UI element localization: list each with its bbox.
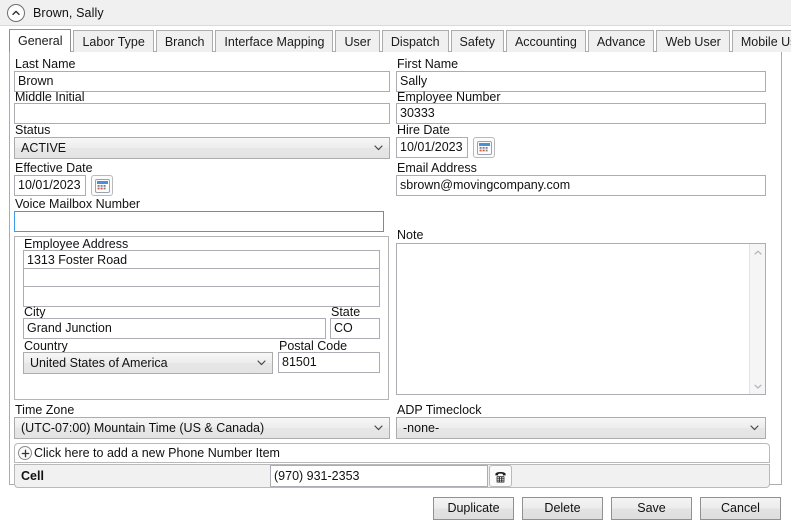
first-name-label: First Name bbox=[397, 57, 459, 71]
add-phone-number-row[interactable]: Click here to add a new Phone Number Ite… bbox=[14, 443, 770, 463]
hire-date-label: Hire Date bbox=[397, 123, 450, 137]
tab-accounting[interactable]: Accounting bbox=[505, 30, 586, 52]
tab-label: User bbox=[344, 34, 371, 49]
first-name-input[interactable]: Sally bbox=[396, 71, 766, 92]
adp-timeclock-dropdown[interactable]: -none- bbox=[396, 417, 766, 439]
adp-timeclock-label: ADP Timeclock bbox=[397, 403, 482, 417]
plus-circle-icon bbox=[18, 446, 32, 460]
tab-label: Dispatch bbox=[390, 34, 440, 49]
phone-number-grid: Click here to add a new Phone Number Ite… bbox=[14, 443, 770, 488]
add-phone-number-label: Click here to add a new Phone Number Ite… bbox=[34, 446, 280, 460]
tab-label: Branch bbox=[164, 34, 205, 49]
tab-user[interactable]: User bbox=[335, 30, 380, 52]
effective-date-label: Effective Date bbox=[15, 161, 93, 175]
time-zone-label: Time Zone bbox=[15, 403, 75, 417]
chevron-down-icon bbox=[374, 138, 383, 158]
cancel-button[interactable]: Cancel bbox=[700, 496, 781, 520]
employee-number-input[interactable]: 30333 bbox=[396, 103, 766, 124]
note-label: Note bbox=[397, 228, 424, 242]
note-scrollbar[interactable] bbox=[749, 244, 765, 394]
dialog-button-bar: Duplicate Delete Save Cancel bbox=[0, 492, 791, 524]
scroll-down-icon[interactable] bbox=[753, 378, 762, 394]
tab-safety[interactable]: Safety bbox=[450, 30, 504, 52]
time-zone-dropdown[interactable]: (UTC-07:00) Mountain Time (US & Canada) bbox=[14, 417, 390, 439]
table-row[interactable]: Cell (970) 931-2353 bbox=[14, 464, 770, 488]
tab-label: General bbox=[18, 34, 63, 48]
tab-branch[interactable]: Branch bbox=[155, 30, 214, 52]
tab-web-user[interactable]: Web User bbox=[656, 30, 730, 52]
address-line3-input[interactable] bbox=[23, 286, 380, 307]
state-input[interactable]: CO bbox=[330, 318, 380, 339]
voice-mailbox-number-input[interactable] bbox=[14, 211, 384, 232]
tab-labor-type[interactable]: Labor Type bbox=[73, 30, 154, 52]
country-dropdown[interactable]: United States of America bbox=[23, 352, 273, 374]
status-label: Status bbox=[15, 123, 51, 137]
tab-dispatch[interactable]: Dispatch bbox=[381, 30, 449, 52]
tab-label: Interface Mapping bbox=[224, 34, 325, 49]
chevron-down-icon bbox=[374, 418, 383, 438]
phone-type-cell: Cell bbox=[21, 469, 44, 483]
time-zone-value: (UTC-07:00) Mountain Time (US & Canada) bbox=[21, 421, 265, 435]
tab-strip: General Labor Type Branch Interface Mapp… bbox=[9, 29, 791, 52]
city-input[interactable]: Grand Junction bbox=[23, 318, 326, 339]
middle-initial-input[interactable] bbox=[14, 103, 390, 124]
save-button[interactable]: Save bbox=[611, 496, 692, 520]
tab-label: Accounting bbox=[514, 34, 577, 49]
tab-label: Advance bbox=[596, 34, 646, 49]
tab-advance[interactable]: Advance bbox=[587, 30, 655, 52]
chevron-down-icon bbox=[257, 353, 266, 373]
voice-mailbox-number-label: Voice Mailbox Number bbox=[15, 197, 141, 211]
calendar-icon[interactable] bbox=[473, 137, 495, 158]
tab-general[interactable]: General bbox=[9, 29, 72, 52]
email-address-input[interactable]: sbrown@movingcompany.com bbox=[396, 175, 766, 196]
tab-label: Labor Type bbox=[82, 34, 145, 49]
last-name-label: Last Name bbox=[15, 57, 76, 71]
scroll-up-icon[interactable] bbox=[753, 244, 762, 260]
hire-date-input[interactable]: 10/01/2023 bbox=[396, 137, 468, 158]
email-address-label: Email Address bbox=[397, 161, 477, 175]
chevron-down-icon bbox=[750, 418, 759, 438]
status-dropdown[interactable]: ACTIVE bbox=[14, 137, 390, 159]
tab-label: Mobile User bbox=[740, 34, 791, 49]
adp-timeclock-value: -none- bbox=[403, 421, 440, 435]
employee-record-window: Brown, Sally General Labor Type Branch I… bbox=[0, 0, 791, 524]
tab-label: Safety bbox=[459, 34, 495, 49]
phone-number-input[interactable]: (970) 931-2353 bbox=[270, 465, 488, 487]
tab-mobile-user[interactable]: Mobile User bbox=[731, 30, 791, 52]
country-value: United States of America bbox=[30, 356, 168, 370]
telephone-keypad-icon[interactable] bbox=[489, 465, 512, 487]
tab-interface-mapping[interactable]: Interface Mapping bbox=[215, 30, 334, 52]
tab-label: Web User bbox=[665, 34, 721, 49]
calendar-icon[interactable] bbox=[91, 175, 113, 196]
last-name-input[interactable]: Brown bbox=[14, 71, 390, 92]
delete-button[interactable]: Delete bbox=[522, 496, 603, 520]
note-textarea[interactable] bbox=[396, 243, 766, 395]
chevron-up-circle-icon[interactable] bbox=[7, 3, 25, 22]
window-titlebar: Brown, Sally bbox=[0, 0, 791, 26]
duplicate-button[interactable]: Duplicate bbox=[433, 496, 514, 520]
window-title: Brown, Sally bbox=[33, 5, 104, 20]
postal-code-input[interactable]: 81501 bbox=[278, 352, 380, 373]
status-value: ACTIVE bbox=[21, 141, 67, 155]
effective-date-input[interactable]: 10/01/2023 bbox=[14, 175, 86, 196]
